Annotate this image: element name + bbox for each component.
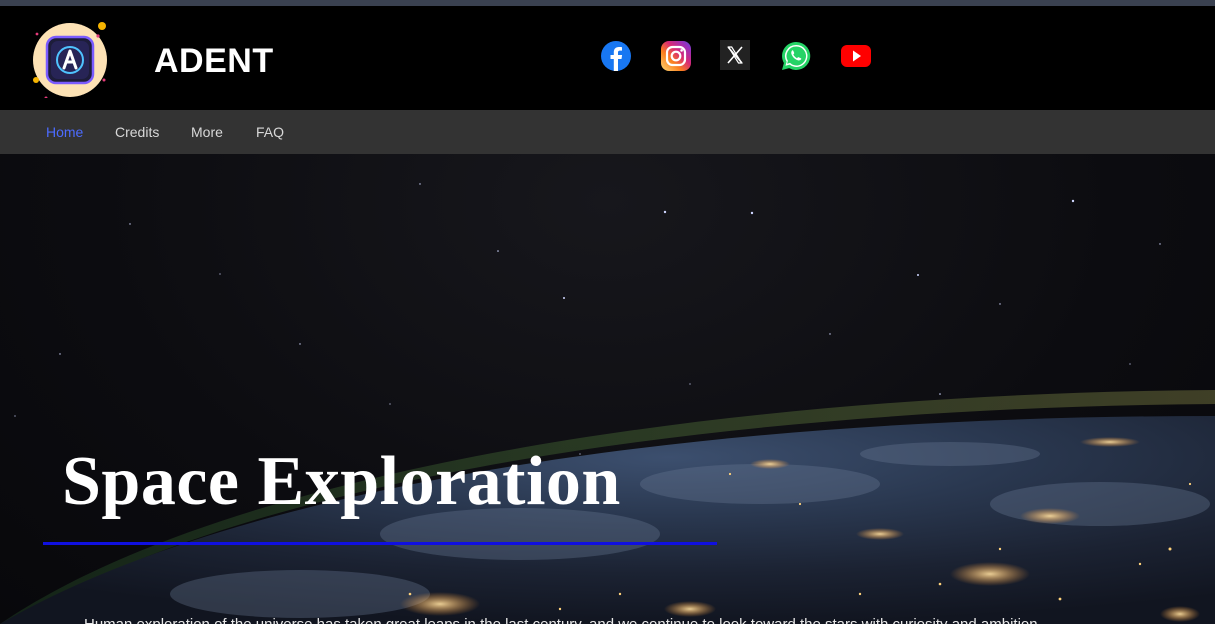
whatsapp-icon[interactable] bbox=[780, 40, 812, 72]
earth-from-space-image bbox=[0, 183, 1215, 624]
x-icon[interactable] bbox=[720, 40, 752, 72]
brand-name[interactable]: ADENT bbox=[154, 42, 274, 81]
hero-section: Space Exploration Human exploration of t… bbox=[0, 154, 1215, 624]
youtube-icon[interactable] bbox=[840, 40, 872, 72]
facebook-icon[interactable] bbox=[600, 40, 632, 72]
nav-item-faq[interactable]: FAQ bbox=[256, 124, 284, 140]
nav-item-more[interactable]: More bbox=[191, 124, 223, 140]
hero-title: Space Exploration bbox=[62, 443, 621, 520]
site-header: ADENT bbox=[0, 6, 1215, 110]
nav-item-home[interactable]: Home bbox=[46, 124, 83, 140]
main-nav: Home Credits More FAQ bbox=[0, 110, 1215, 154]
nav-item-credits[interactable]: Credits bbox=[115, 124, 159, 140]
instagram-icon[interactable] bbox=[660, 40, 692, 72]
hero-intro-text: Human exploration of the universe has ta… bbox=[84, 616, 1204, 624]
title-underline bbox=[43, 542, 717, 545]
adent-logo-icon[interactable] bbox=[30, 18, 110, 100]
